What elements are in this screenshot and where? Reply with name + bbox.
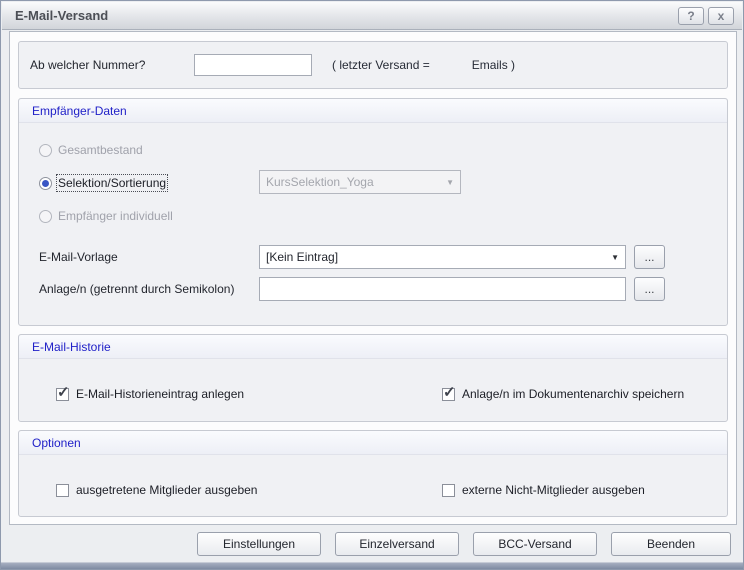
check-icon: ✓ <box>57 383 70 401</box>
title-bar: E-Mail-Versand ? x <box>2 2 742 30</box>
optionen-check-row: ✓ ausgetretene Mitglieder ausgeben ✓ ext… <box>19 483 727 497</box>
dropdown-arrow-icon: ▼ <box>446 178 454 187</box>
checkbox-icon-ausgetretene[interactable]: ✓ <box>56 484 69 497</box>
group-header-optionen: Optionen <box>19 431 727 455</box>
last-send-prefix: ( letzter Versand = <box>332 58 430 72</box>
check-item-dokumentenarchiv[interactable]: ✓ Anlage/n im Dokumentenarchiv speichern <box>442 387 684 401</box>
close-icon: x <box>718 9 725 23</box>
checkbox-icon-externe[interactable]: ✓ <box>442 484 455 497</box>
radio-row-gesamtbestand[interactable]: Gesamtbestand <box>19 137 727 163</box>
close-button[interactable]: x <box>708 7 734 25</box>
einzelversand-button[interactable]: Einzelversand <box>335 532 459 556</box>
template-dropdown[interactable]: [Kein Eintrag] ▼ <box>259 245 626 269</box>
checkbox-icon-dokumentenarchiv[interactable]: ✓ <box>442 388 455 401</box>
template-dropdown-value: [Kein Eintrag] <box>266 250 611 264</box>
check-item-historieneintrag[interactable]: ✓ E-Mail-Historieneintrag anlegen <box>56 387 442 401</box>
check-icon: ✓ <box>443 383 456 401</box>
window-title: E-Mail-Versand <box>2 8 108 23</box>
selection-dropdown: KursSelektion_Yoga ▼ <box>259 170 461 194</box>
last-send-suffix: Emails ) <box>472 58 515 72</box>
checkbox-icon-historieneintrag[interactable]: ✓ <box>56 388 69 401</box>
radio-row-individuell[interactable]: Empfänger individuell <box>19 203 727 229</box>
check-label-ausgetretene: ausgetretene Mitglieder ausgeben <box>76 483 257 497</box>
check-item-externe[interactable]: ✓ externe Nicht-Mitglieder ausgeben <box>442 483 645 497</box>
radio-icon-individuell[interactable] <box>39 210 52 223</box>
radio-icon-selektion[interactable] <box>39 177 52 190</box>
radio-label-selektion: Selektion/Sortierung <box>58 176 166 190</box>
attachment-browse-button[interactable]: ... <box>634 277 665 301</box>
radio-label-gesamtbestand: Gesamtbestand <box>58 143 143 157</box>
historie-check-row: ✓ E-Mail-Historieneintrag anlegen ✓ Anla… <box>19 387 727 401</box>
dropdown-arrow-icon: ▼ <box>611 253 619 262</box>
last-send-text: ( letzter Versand = Emails ) <box>332 58 515 72</box>
bcc-versand-button[interactable]: BCC-Versand <box>473 532 597 556</box>
help-icon: ? <box>687 9 694 23</box>
check-item-ausgetretene[interactable]: ✓ ausgetretene Mitglieder ausgeben <box>56 483 442 497</box>
number-input[interactable] <box>194 54 312 76</box>
window-bottom-border <box>1 562 743 569</box>
titlebar-buttons: ? x <box>678 7 742 25</box>
check-label-historieneintrag: E-Mail-Historieneintrag anlegen <box>76 387 244 401</box>
template-label: E-Mail-Vorlage <box>39 250 259 264</box>
template-browse-button[interactable]: ... <box>634 245 665 269</box>
number-box: Ab welcher Nummer? ( letzter Versand = E… <box>18 41 728 89</box>
group-header-historie: E-Mail-Historie <box>19 335 727 359</box>
group-email-historie: E-Mail-Historie ✓ E-Mail-Historieneintra… <box>18 334 728 422</box>
check-label-externe: externe Nicht-Mitglieder ausgeben <box>462 483 645 497</box>
number-label: Ab welcher Nummer? <box>30 58 194 72</box>
template-row: E-Mail-Vorlage [Kein Eintrag] ▼ ... <box>19 245 727 269</box>
selection-dropdown-value: KursSelektion_Yoga <box>266 175 446 189</box>
radio-icon-gesamtbestand[interactable] <box>39 144 52 157</box>
group-optionen: Optionen ✓ ausgetretene Mitglieder ausge… <box>18 430 728 517</box>
einstellungen-button[interactable]: Einstellungen <box>197 532 321 556</box>
attachment-input[interactable] <box>259 277 626 301</box>
beenden-button[interactable]: Beenden <box>611 532 731 556</box>
content-panel: Ab welcher Nummer? ( letzter Versand = E… <box>9 31 737 525</box>
group-header-empfaenger: Empfänger-Daten <box>19 99 727 123</box>
help-button[interactable]: ? <box>678 7 704 25</box>
attachment-row: Anlage/n (getrennt durch Semikolon) ... <box>19 277 727 301</box>
attachment-label: Anlage/n (getrennt durch Semikolon) <box>39 282 259 296</box>
radio-row-selektion[interactable]: Selektion/Sortierung KursSelektion_Yoga … <box>19 170 727 196</box>
email-versand-dialog: E-Mail-Versand ? x Ab welcher Nummer? ( … <box>0 0 744 570</box>
group-empfaenger-daten: Empfänger-Daten Gesamtbestand Selektion/… <box>18 98 728 326</box>
radio-label-individuell: Empfänger individuell <box>58 209 173 223</box>
footer-button-bar: Einstellungen Einzelversand BCC-Versand … <box>9 525 737 563</box>
check-label-dokumentenarchiv: Anlage/n im Dokumentenarchiv speichern <box>462 387 684 401</box>
